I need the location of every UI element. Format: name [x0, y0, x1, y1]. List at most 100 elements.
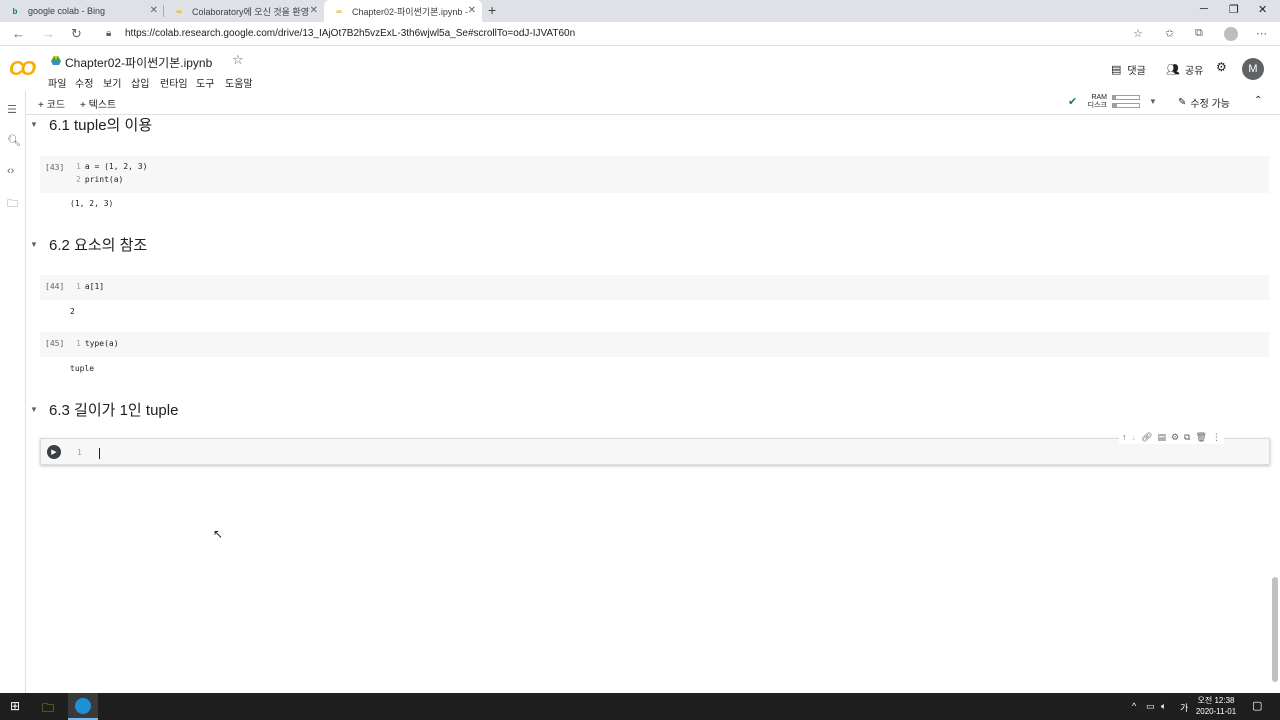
- comment-button[interactable]: ▤ 댓글: [1111, 62, 1146, 77]
- resource-labels[interactable]: RAM 디스크: [1083, 94, 1107, 110]
- files-folder-icon[interactable]: 🗀︎: [7, 195, 18, 214]
- menu-view[interactable]: 보기: [103, 75, 121, 90]
- avatar[interactable]: M: [1242, 58, 1264, 80]
- menu-edit[interactable]: 수정: [75, 75, 93, 90]
- comment-label: 댓글: [1127, 66, 1146, 77]
- move-up-arrow-icon[interactable]: ↑: [1122, 432, 1127, 442]
- colab-icon: ∞: [336, 6, 342, 16]
- section-heading[interactable]: ▼ 6.3 길이가 1인 tuple: [26, 398, 178, 420]
- favorites-icon[interactable]: ✩: [1165, 27, 1174, 40]
- menu-file[interactable]: 파일: [48, 75, 66, 90]
- reload-icon[interactable]: ↻: [71, 26, 82, 42]
- browser-tab-bing[interactable]: b google colab - Bing ✕: [0, 0, 164, 22]
- notebook-title[interactable]: Chapter02-파이썬기본.ipynb: [65, 54, 212, 71]
- edit-mode-button[interactable]: ✎ 수정 가능: [1178, 95, 1230, 110]
- ram-meter: [1112, 95, 1140, 100]
- code-cell[interactable]: [45] 1 type(a): [40, 332, 1269, 357]
- close-icon[interactable]: ✕: [150, 5, 158, 16]
- code-line[interactable]: 1 type(a): [76, 339, 119, 348]
- ime-indicator[interactable]: 가: [1180, 701, 1188, 714]
- network-icon[interactable]: ▭: [1146, 701, 1155, 712]
- url-field[interactable]: https://colab.research.google.com/drive/…: [125, 28, 575, 39]
- people-icon: 👥︎: [1166, 64, 1180, 76]
- back-arrow-icon[interactable]: ←: [12, 26, 25, 41]
- settings-gear-icon[interactable]: ⚙: [1171, 432, 1179, 443]
- code-cell[interactable]: [44] 1 a[1]: [40, 275, 1269, 300]
- active-code-cell[interactable]: ▶ 1: [40, 438, 1270, 465]
- comment-icon: ▤: [1111, 64, 1122, 76]
- menu-insert[interactable]: 삽입: [131, 75, 149, 90]
- code-snippets-icon[interactable]: ‹›: [7, 165, 14, 177]
- add-code-button[interactable]: + 코드: [38, 96, 65, 111]
- forward-arrow-icon[interactable]: →: [42, 26, 55, 41]
- move-down-arrow-icon[interactable]: ↓: [1132, 432, 1137, 442]
- pencil-icon: ✎: [1178, 97, 1187, 108]
- tab-label: google colab - Bing: [28, 6, 106, 16]
- code-text: type(a): [84, 339, 119, 348]
- execution-count: [43]: [45, 163, 65, 172]
- run-cell-button[interactable]: ▶: [47, 445, 61, 459]
- code-text: a = (1, 2, 3): [84, 162, 148, 171]
- star-icon[interactable]: ☆: [232, 52, 244, 68]
- favorite-star-icon[interactable]: ☆: [1133, 27, 1143, 40]
- share-button[interactable]: 👥︎ 공유: [1166, 62, 1203, 77]
- notification-icon[interactable]: ▢: [1252, 699, 1262, 712]
- edge-taskbar-button[interactable]: [68, 693, 98, 720]
- menu-runtime[interactable]: 런타임: [160, 75, 188, 90]
- code-cell[interactable]: [43] 1a = (1, 2, 3) 2 print(a): [40, 156, 1269, 193]
- window-close-button[interactable]: ✕: [1258, 3, 1267, 16]
- file-explorer-icon[interactable]: 🗀︎: [42, 699, 54, 720]
- menu-tools[interactable]: 도구: [196, 75, 214, 90]
- search-icon[interactable]: 🔍︎: [7, 134, 21, 147]
- table-of-contents-icon[interactable]: ☰: [7, 103, 17, 116]
- share-label: 공유: [1184, 66, 1204, 77]
- left-rail: ☰ 🔍︎ ‹› 🗀︎: [0, 91, 26, 693]
- code-text: a[1]: [84, 282, 105, 291]
- new-tab-button[interactable]: +: [488, 2, 496, 18]
- more-vert-icon[interactable]: ⋮: [1212, 432, 1221, 443]
- collapse-caret-icon[interactable]: ▼: [30, 120, 38, 129]
- mirror-cell-icon[interactable]: ⧉: [1184, 432, 1190, 443]
- cell-output: (1, 2, 3): [70, 199, 114, 208]
- collapse-caret-icon[interactable]: ▼: [30, 405, 38, 414]
- settings-gear-icon[interactable]: ⚙: [1216, 60, 1227, 74]
- section-heading[interactable]: ▼ 6.1 tuple의 이용: [26, 113, 152, 135]
- google-drive-icon: [51, 56, 61, 65]
- maximize-button[interactable]: ❐: [1229, 3, 1239, 16]
- section-title: 6.2 요소의 참조: [49, 236, 148, 254]
- windows-start-icon[interactable]: ⊞: [10, 699, 20, 713]
- collections-icon[interactable]: ⧉: [1195, 27, 1203, 40]
- code-line[interactable]: 1a = (1, 2, 3): [76, 162, 147, 171]
- more-menu-icon[interactable]: ⋯: [1256, 27, 1267, 40]
- colab-logo[interactable]: CO: [9, 58, 36, 81]
- section-heading[interactable]: ▼ 6.2 요소의 참조: [26, 233, 147, 255]
- tab-label: Colaboratory에 오신 것을 환영합: [192, 6, 310, 17]
- close-icon[interactable]: ✕: [310, 5, 318, 16]
- browser-tab-chapter02[interactable]: ∞ Chapter02-파이썬기본.ipynb - C ✕: [324, 0, 482, 22]
- profile-icon[interactable]: [1224, 27, 1238, 41]
- collapse-caret-icon[interactable]: ▼: [30, 240, 38, 249]
- execution-count: [45]: [45, 339, 65, 348]
- collapse-header-icon[interactable]: ⌃: [1254, 95, 1262, 106]
- notebook-area: ▼ 6.1 tuple의 이용 [43] 1a = (1, 2, 3) 2 pri…: [26, 115, 1280, 693]
- code-line[interactable]: 1: [77, 448, 86, 457]
- code-line[interactable]: 1 a[1]: [76, 282, 104, 291]
- chevron-up-icon[interactable]: ^: [1132, 701, 1136, 711]
- minimize-button[interactable]: ─: [1200, 3, 1208, 15]
- notebook-toolbar: + 코드 + 텍스트 ✔ RAM 디스크 ▼ ✎ 수정 가능 ⌃: [0, 91, 1280, 115]
- clock-date: 2020-11-01: [1195, 707, 1237, 716]
- delete-trash-icon[interactable]: 🗑︎: [1195, 432, 1206, 443]
- scrollbar[interactable]: [1272, 577, 1278, 682]
- taskbar-clock[interactable]: 오전 12:38 2020-11-01: [1192, 695, 1240, 717]
- code-line[interactable]: 2 print(a): [76, 175, 123, 184]
- execution-count: [44]: [45, 282, 65, 291]
- add-text-button[interactable]: + 텍스트: [80, 96, 116, 111]
- link-icon[interactable]: 🔗︎: [1141, 432, 1152, 443]
- comment-icon[interactable]: ▤: [1157, 432, 1166, 443]
- close-icon[interactable]: ✕: [468, 5, 476, 16]
- resources-dropdown-icon[interactable]: ▼: [1149, 97, 1157, 106]
- menu-help[interactable]: 도움말: [225, 75, 253, 90]
- browser-tab-colab-welcome[interactable]: ∞ Colaboratory에 오신 것을 환영합 ✕: [164, 0, 324, 22]
- volume-icon[interactable]: 🔈︎: [1161, 701, 1166, 712]
- colab-header: CO Chapter02-파이썬기본.ipynb ☆ 파일 수정 보기 삽입 런…: [0, 47, 1280, 91]
